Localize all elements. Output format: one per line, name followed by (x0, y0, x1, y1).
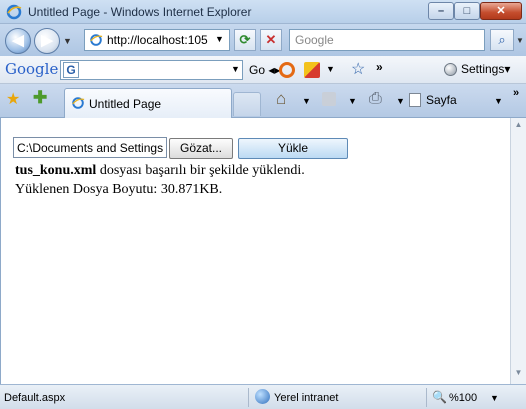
back-button[interactable]: ◀ (5, 28, 31, 54)
scroll-down-icon[interactable]: ▼ (512, 368, 525, 381)
google-swirl-icon[interactable] (279, 62, 295, 78)
feeds-icon[interactable] (322, 92, 336, 106)
page-menu-icon (409, 93, 421, 107)
home-icon[interactable]: ⌂ (276, 89, 286, 109)
google-g-icon: G (63, 62, 79, 78)
google-logo-text: Google (5, 60, 59, 78)
status-divider (248, 388, 249, 407)
page-icon (90, 34, 103, 46)
print-icon[interactable]: ⎙ (369, 90, 382, 108)
status-text: Default.aspx (4, 392, 66, 404)
file-size-message: Yüklenen Dosya Boyutu: 30.871KB. (15, 182, 223, 197)
title-bar: Untitled Page - Windows Internet Explore… (0, 0, 526, 24)
search-button[interactable]: ⌕ (490, 29, 514, 51)
zoom-icon[interactable]: 🔍 (432, 390, 447, 404)
upload-result-message: tus_konu.xml dosyası başarılı bir şekild… (15, 163, 305, 179)
stop-button[interactable]: ✕ (260, 29, 282, 51)
forward-button[interactable]: ▶ (34, 28, 60, 54)
browse-button[interactable]: Gözat... (169, 138, 233, 159)
feeds-dropdown-icon[interactable]: ▼ (348, 96, 357, 106)
upload-button[interactable]: Yükle (238, 138, 348, 159)
address-dropdown-icon[interactable]: ▼ (215, 34, 224, 44)
star-icon[interactable]: ☆ (351, 59, 365, 79)
close-window-button[interactable]: ✕ (480, 2, 522, 20)
history-dropdown-icon[interactable]: ▼ (63, 36, 72, 46)
google-toolbar: Google G ▼ Go ◂▸ ▼ ☆ » Settings▾ (0, 56, 526, 84)
page-menu-label: Sayfa (426, 93, 457, 107)
address-text: http://localhost:105 (107, 33, 208, 47)
security-zone-text[interactable]: Yerel intranet (274, 392, 338, 404)
address-bar[interactable]: http://localhost:105 ▼ (84, 29, 230, 51)
page-dropdown-icon[interactable]: ▼ (494, 96, 503, 106)
home-dropdown-icon[interactable]: ▼ (302, 96, 311, 106)
status-bar: Default.aspx Yerel intranet 🔍 %100 ▼ (0, 384, 526, 409)
minimize-button[interactable]: – (428, 2, 454, 20)
tab-bar: ★ ✚ Untitled Page ⌂ ▼ ▼ ⎙ ▼ Sayfa ▼ » (0, 84, 526, 118)
zoom-dropdown-icon[interactable]: ▼ (490, 393, 499, 403)
intranet-zone-icon (255, 389, 270, 404)
more-chevron-icon[interactable]: » (376, 60, 383, 74)
add-favorite-icon[interactable]: ✚ (33, 88, 47, 108)
ie-logo-icon (6, 4, 22, 20)
google-search-input[interactable]: G ▼ (60, 60, 243, 80)
more-chevron-icon[interactable]: » (513, 87, 519, 99)
google-bookmark-icon[interactable] (304, 62, 320, 78)
favorites-star-icon[interactable]: ★ (6, 89, 20, 109)
result-text: dosyası başarılı bir şekilde yüklendi. (96, 163, 305, 178)
settings-icon (444, 63, 457, 76)
search-input[interactable]: Google (289, 29, 485, 51)
bookmark-dropdown-icon[interactable]: ▼ (326, 64, 335, 74)
vertical-scrollbar[interactable]: ▲ ▼ (510, 118, 526, 384)
zoom-level[interactable]: %100 (449, 392, 477, 404)
tab-untitled-page[interactable]: Untitled Page (64, 88, 232, 118)
tab-label: Untitled Page (89, 97, 162, 111)
settings-label: Settings▾ (461, 62, 511, 76)
google-logo[interactable]: Google (5, 60, 58, 78)
new-tab-button[interactable] (233, 92, 261, 116)
google-search-dropdown-icon[interactable]: ▼ (231, 64, 240, 74)
search-options-icon[interactable]: ▼ (516, 36, 524, 45)
refresh-button[interactable]: ⟳ (234, 29, 256, 51)
print-dropdown-icon[interactable]: ▼ (396, 96, 405, 106)
google-go-button[interactable]: Go ◂▸ (249, 63, 280, 77)
window-title: Untitled Page - Windows Internet Explore… (28, 5, 252, 19)
address-toolbar: ◀ ▶ ▼ http://localhost:105 ▼ ⟳ ✕ Google … (0, 24, 526, 56)
maximize-button[interactable]: □ (454, 2, 480, 20)
page-icon (72, 97, 85, 109)
uploaded-filename: tus_konu.xml (15, 163, 97, 178)
status-divider (426, 388, 427, 407)
search-placeholder: Google (295, 33, 334, 47)
scroll-up-icon[interactable]: ▲ (512, 120, 525, 133)
file-path-input[interactable]: C:\Documents and Settings (13, 137, 167, 158)
page-content: C:\Documents and Settings Gözat... Yükle… (0, 118, 510, 384)
